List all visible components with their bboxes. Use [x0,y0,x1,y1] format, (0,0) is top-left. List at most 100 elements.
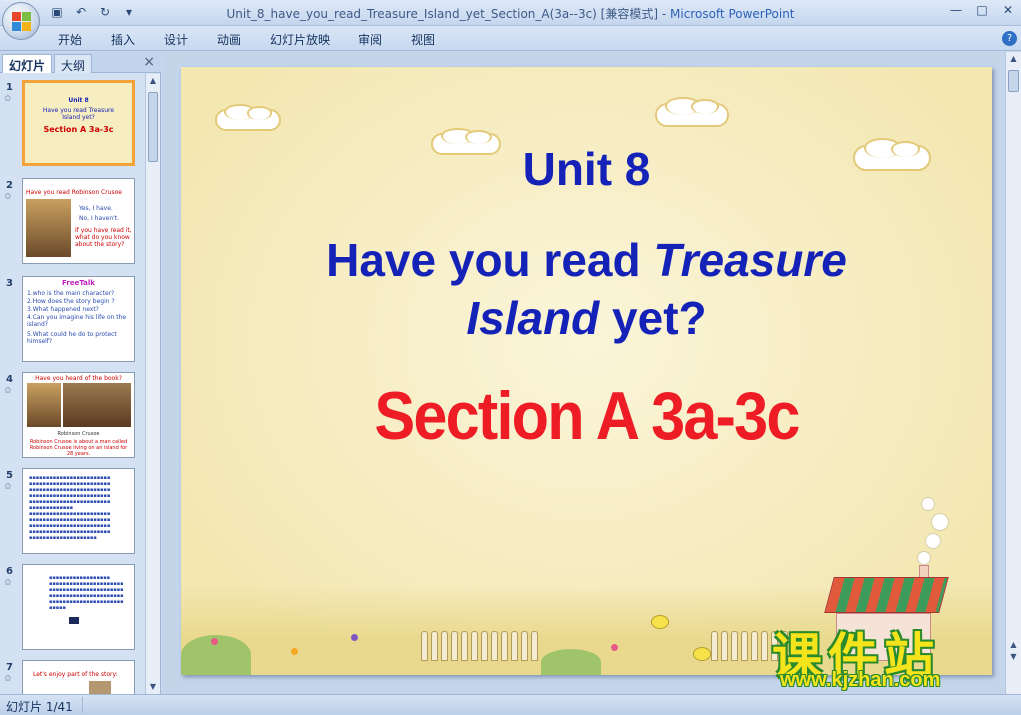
animation-icon: ✩ [4,674,12,684]
thumb-heading: Have you read Robinson Crusoe [26,189,122,196]
thumb-q4: 4.Can you imagine his life on the island… [27,314,127,328]
tab-design[interactable]: 设计 [164,31,217,48]
tab-review[interactable]: 审阅 [358,31,411,48]
scroll-up-icon[interactable]: ▲ [1006,52,1021,66]
thumb-q3: 3.What happened next? [27,306,99,313]
tab-home[interactable]: 开始 [58,31,111,48]
tab-outline[interactable]: 大纲 [54,54,93,73]
scroll-down-icon[interactable]: ▼ [146,680,160,694]
illustration-image [63,383,131,427]
thumbnail-number: 3 [6,278,13,289]
title-separator: - [658,7,671,21]
question-italic-2: Island [466,292,600,344]
slide-section-title: Section A 3a-3c [374,378,800,454]
window-controls: — □ ✕ [943,0,1021,20]
flower-decoration [291,648,298,655]
title-bar: ▣ ↶ ↻ ▾ Unit_8_have_you_read_Treasure_Is… [0,0,1021,40]
thumbnail-slide-6[interactable]: ▪▪▪▪▪▪▪▪▪▪▪▪▪▪▪▪▪▪ ▪▪▪▪▪▪▪▪▪▪▪▪▪▪▪▪▪▪▪▪▪▪… [22,564,135,650]
editor-scrollbar[interactable]: ▲ ▲ ▼ [1005,52,1021,694]
tab-slideshow[interactable]: 幻灯片放映 [270,31,358,48]
question-text-1: Have you read [326,234,654,286]
scroll-down-icon[interactable]: ▼ [1006,650,1021,664]
thumb-q2: 2.How does the story begin ? [27,298,115,305]
thumb-summary: Robinson Crusoe is about a man called Ro… [29,439,128,457]
question-text-2: yet? [599,292,707,344]
ribbon: 开始 插入 设计 动画 幻灯片放映 审阅 视图 ? [0,26,1021,51]
book-cover-image [27,383,61,427]
roof [824,577,949,613]
tab-slides[interactable]: 幻灯片 [2,54,53,73]
scroll-thumb[interactable] [148,92,158,162]
book-cover-image [26,199,71,257]
thumb-title-1: Have you read Treasure [42,107,115,114]
thumb-question: If you have read it, what do you know ab… [75,227,132,248]
tab-insert[interactable]: 插入 [111,31,164,48]
animation-icon: ✩ [4,192,12,202]
thumbnail-number: 4 [6,374,13,385]
bird-illustration [693,647,711,661]
thumb-body-text: ▪▪▪▪▪▪▪▪▪▪▪▪▪▪▪▪▪▪▪▪▪▪▪▪▪▪▪▪▪▪▪▪▪▪▪▪▪▪▪▪… [49,575,124,611]
illustration-image [89,681,111,694]
thumbnail-slide-4[interactable]: Have you heard of the book? Robinson Cru… [22,372,135,458]
pane-close-icon[interactable]: × [143,54,155,70]
animation-icon: ✩ [4,482,12,492]
tab-view[interactable]: 视图 [411,31,464,48]
slide-question: Have you read Treasure Island yet? [181,231,992,347]
thumb-caption: Robinson Crusoe [57,431,100,437]
thumb-unit: Unit 8 [68,97,89,104]
animation-icon: ✩ [4,578,12,588]
scroll-thumb[interactable] [1008,70,1019,92]
smoke-puff [917,551,931,565]
thumbnail-list: 1 ✩ Unit 8 Have you read Treasure Island… [0,74,144,694]
maximize-icon[interactable]: □ [969,0,995,20]
smoke-puff [931,513,949,531]
thumbnail-number: 6 [6,566,13,577]
status-divider [82,697,83,713]
thumb-q1: 1.who is the main character? [27,290,115,297]
minimize-icon[interactable]: — [943,0,969,20]
office-button[interactable] [2,2,40,40]
thumbnail-number: 2 [6,180,13,191]
window-title: Unit_8_have_you_read_Treasure_Island_yet… [0,5,1021,22]
thumbnail-scrollbar[interactable]: ▲ ▼ [145,74,160,694]
flower-decoration [351,634,358,641]
slide-editor: Unit 8 Have you read Treasure Island yet?… [162,52,1005,694]
bush-decoration [541,649,601,675]
thumb-q5: 5.What could he do to protect himself? [27,331,117,345]
smoke-puff [925,533,941,549]
document-title: Unit_8_have_you_read_Treasure_Island_yet… [226,7,659,21]
help-icon[interactable]: ? [1002,31,1017,46]
thumbnail-slide-3[interactable]: FreeTalk 1.who is the main character? 2.… [22,276,135,362]
ribbon-tabs: 开始 插入 设计 动画 幻灯片放映 审阅 视图 [58,31,464,48]
flower-decoration [611,644,618,651]
slide-canvas[interactable]: Unit 8 Have you read Treasure Island yet?… [181,67,992,675]
thumbnail-slide-7[interactable]: Let's enjoy part of the story: [22,660,135,694]
thumbnail-slide-2[interactable]: Have you read Robinson Crusoe Yes, I hav… [22,178,135,264]
thumbnail-number: 1 [6,82,13,93]
slide-counter: 幻灯片 1/41 [6,700,73,714]
tab-animations[interactable]: 动画 [217,31,270,48]
thumb-body-text: ▪▪▪▪▪▪▪▪▪▪▪▪▪▪▪▪▪▪▪▪▪▪▪▪▪▪▪▪▪▪▪▪▪▪▪▪▪▪▪▪… [29,475,111,541]
thumb-heading: Let's enjoy part of the story: [33,671,118,678]
watermark-logo: 课件站 www.kjzhan.com [772,617,1012,697]
thumb-answer-yes: Yes, I have. [79,205,113,212]
animation-icon: ✩ [4,94,12,104]
thumbnail-number: 7 [6,662,13,673]
cloud-decoration [655,97,729,127]
smoke-puff [921,497,935,511]
animation-icon: ✩ [4,386,12,396]
thumbnail-slide-1[interactable]: Unit 8 Have you read Treasure Island yet… [22,80,135,166]
close-icon[interactable]: ✕ [995,0,1021,20]
thumbnail-number: 5 [6,470,13,481]
thumbnail-slide-5[interactable]: ▪▪▪▪▪▪▪▪▪▪▪▪▪▪▪▪▪▪▪▪▪▪▪▪ ▪▪▪▪▪▪▪▪▪▪▪▪▪▪▪▪… [22,468,135,554]
media-icon [69,617,79,624]
watermark-url: www.kjzhan.com [780,669,941,691]
question-italic-1: Treasure [653,234,847,286]
office-logo-icon [12,12,32,32]
status-bar: 幻灯片 1/41 [0,694,1021,715]
thumb-heading: Have you heard of the book? [35,375,122,382]
flower-decoration [211,638,218,645]
scroll-up-icon[interactable]: ▲ [146,74,160,88]
pane-tabs: 幻灯片 大纲 × [0,52,161,73]
fence-decoration [421,631,538,661]
